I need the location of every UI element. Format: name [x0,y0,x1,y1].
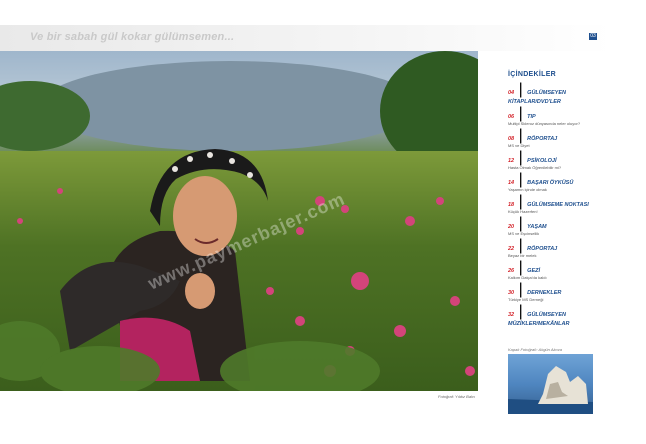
toc-item-number: 20 [508,224,515,230]
cover-caption: Kapak Fotoğrafı: Akgün Akova [508,347,562,352]
toc-item-title: GÜLÜMSEME NOKTASI [527,202,589,208]
toc-item-number: 06 [508,114,515,120]
toc-heading: İÇİNDEKİLER [508,71,557,78]
toc-item[interactable]: 20 | YAŞAM MS ve Eşcinsellik [508,216,610,237]
toc-item-title: GÜLÜMSEYEN KİTAPLAR/DVD'LER [508,90,566,105]
toc-item-number: 30 [508,290,515,296]
toc-item-number: 22 [508,246,515,252]
cover-photo: www.paymerbajer.com [0,51,478,391]
toc-item-title: GEZİ [527,268,541,274]
magazine-page: Ve bir sabah gül kokar gülümsemen... 03 [0,25,612,414]
toc-item-number: 26 [508,268,515,274]
toc-item-title: PSİKOLOJİ [527,158,557,164]
banner-title: Ve bir sabah gül kokar gülümsemen... [30,31,235,43]
toc-item[interactable]: 32 | GÜLÜMSEYEN MÜZİKLER/MEKÂNLAR [508,304,610,328]
toc-item-title: DERNEKLER [527,290,562,296]
toc-item-number: 14 [508,180,515,186]
toc-item[interactable]: 06 | TIP Multipl Skleroz dünyasında neler… [508,106,610,127]
toc-item-title: BAŞARI ÖYKÜSÜ [527,180,574,186]
cover-thumbnail [508,354,593,414]
toc-item-number: 18 [508,202,515,208]
toc-item-title: RÖPORTAJ [527,136,558,142]
toc-list: 04 | GÜLÜMSEYEN KİTAPLAR/DVD'LER 06 | TIP… [498,82,610,328]
toc-item[interactable]: 08 | RÖPORTAJ MS ve Diyet [508,128,610,149]
toc-item-title: RÖPORTAJ [527,246,558,252]
toc-item[interactable]: 12 | PSİKOLOJİ Hasta Olmak Öğrenilebilir … [508,150,610,171]
toc-item-title: TIP [527,114,536,120]
toc-item[interactable]: 26 | GEZİ Kalkım Datça'da kaldı [508,260,610,281]
photo-caption: Fotoğraf: Yıldız Balcı [438,394,476,399]
toc-item-number: 04 [508,90,515,96]
toc-item-title: YAŞAM [527,224,547,230]
toc-item[interactable]: 04 | GÜLÜMSEYEN KİTAPLAR/DVD'LER [508,82,610,106]
table-of-contents: İÇİNDEKİLER 04 | GÜLÜMSEYEN KİTAPLAR/DVD… [498,65,610,333]
page-banner: Ve bir sabah gül kokar gülümsemen... 03 [0,25,612,51]
roses-illustration [0,149,475,391]
toc-item-number: 32 [508,312,515,318]
toc-item[interactable]: 14 | BAŞARI ÖYKÜSÜ Yaşamın içinde olmak [508,172,610,193]
toc-item[interactable]: 18 | GÜLÜMSEME NOKTASI Küçük Hazerfen! [508,194,610,215]
toc-item-title: GÜLÜMSEYEN MÜZİKLER/MEKÂNLAR [508,312,570,327]
toc-item-number: 12 [508,158,515,164]
toc-item[interactable]: 30 | DERNEKLER Türkiye MS Derneği [508,282,610,303]
toc-item[interactable]: 22 | RÖPORTAJ Beyaz bir melek [508,238,610,259]
page-number: 03 [589,33,597,40]
toc-item-number: 08 [508,136,515,142]
